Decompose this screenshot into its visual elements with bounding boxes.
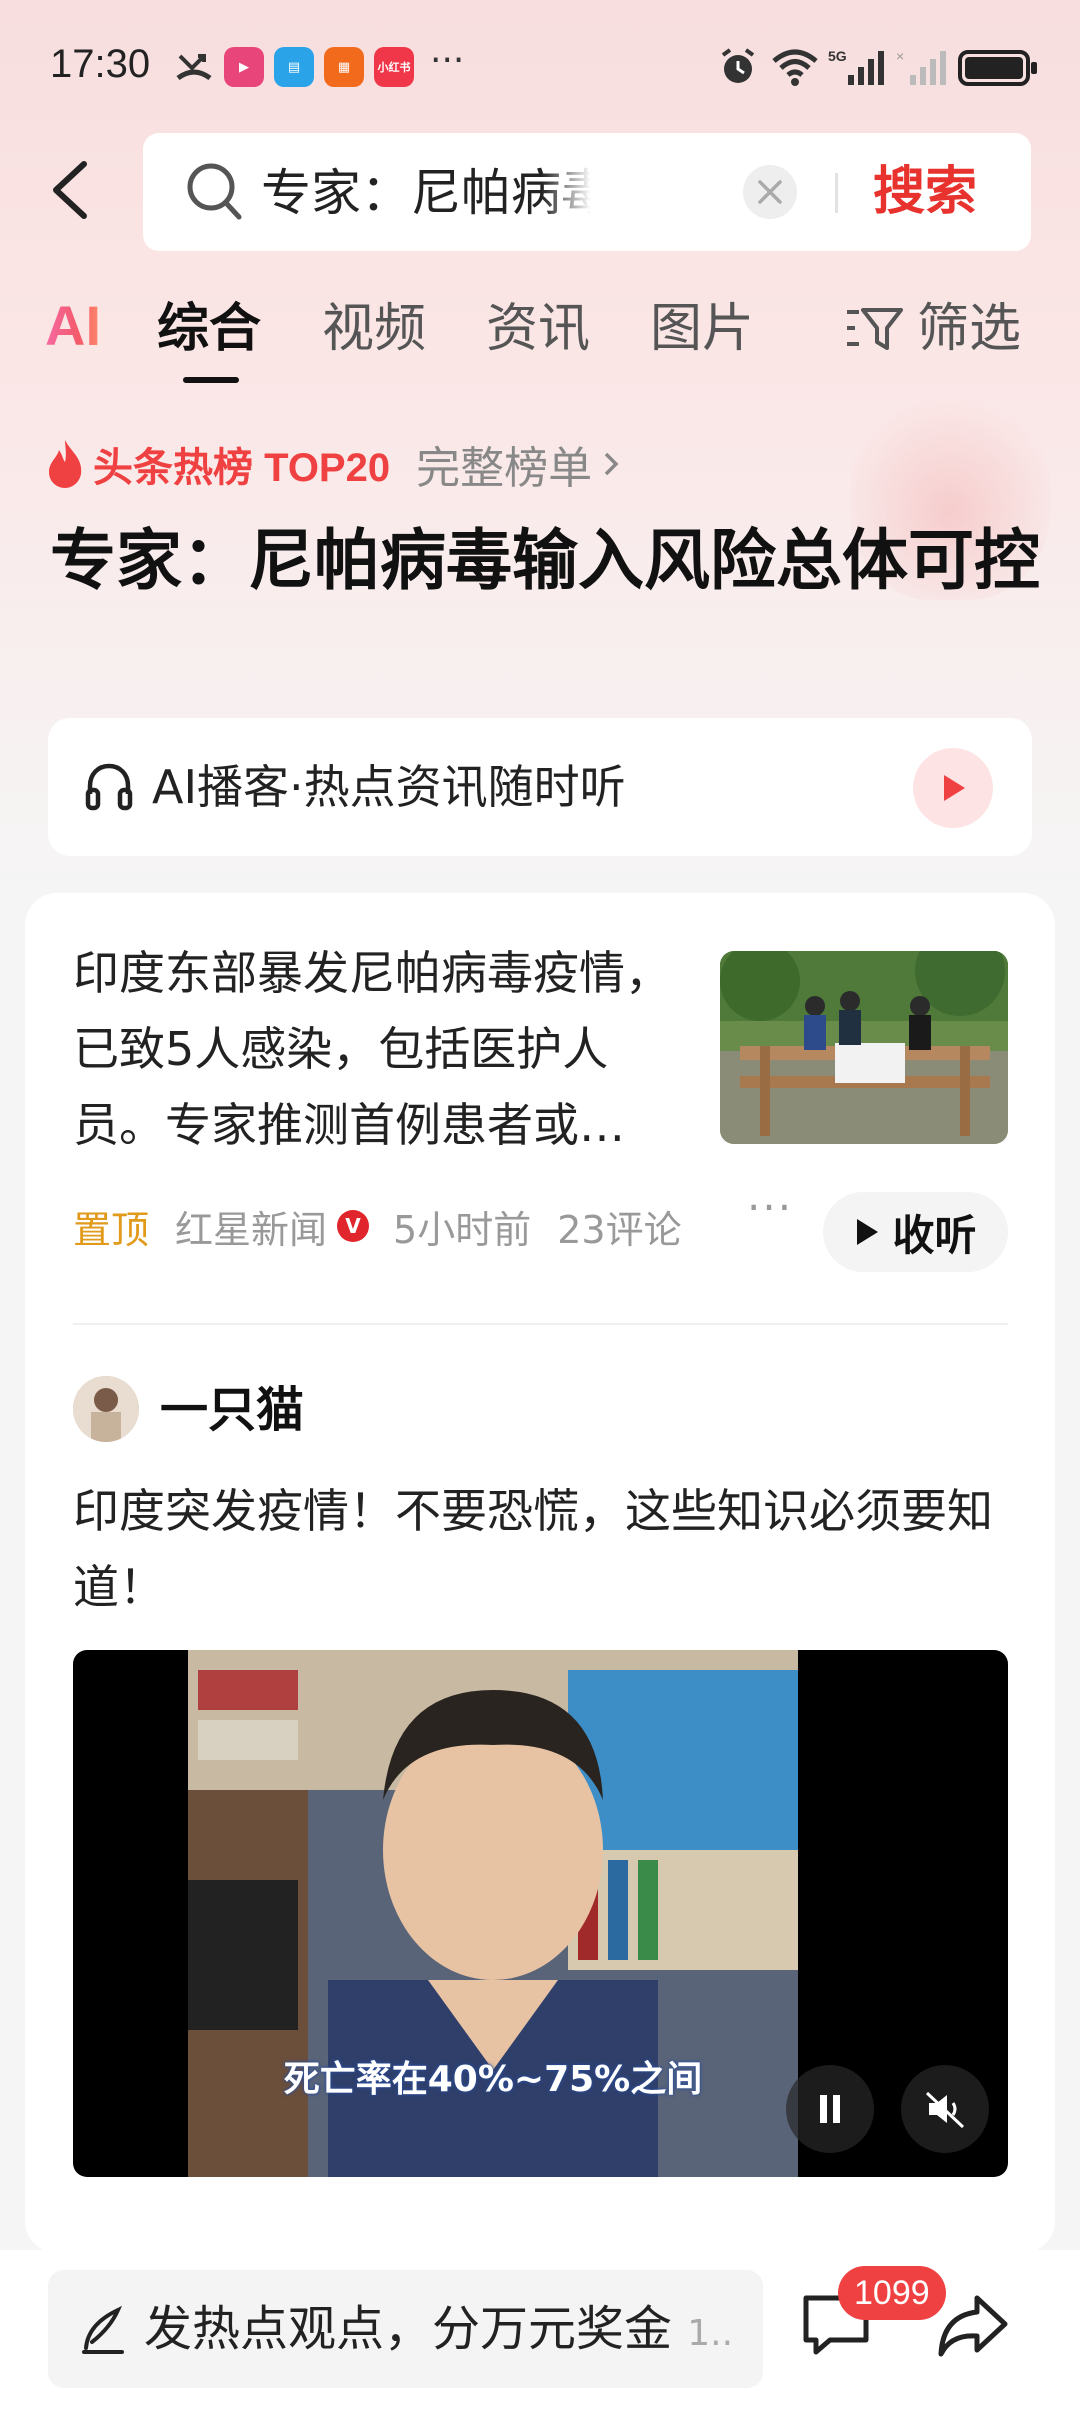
news-thumbnail-image bbox=[720, 951, 1008, 1144]
filter-button[interactable]: 筛选 bbox=[845, 297, 1021, 361]
listen-label: 收听 bbox=[892, 1210, 977, 1260]
video-subtitle: 死亡率在40%~75%之间 bbox=[283, 2059, 703, 2100]
tab-news[interactable]: 资讯 bbox=[486, 297, 590, 361]
status-more-dots: ··· bbox=[430, 40, 465, 81]
comment-input[interactable]: 发热点观点，分万元奖金 1.. bbox=[48, 2270, 763, 2388]
comment-count-badge: 1099 bbox=[838, 2266, 946, 2320]
battery-icon bbox=[958, 50, 1037, 86]
chevron-right-icon bbox=[604, 452, 619, 476]
filter-icon bbox=[847, 308, 903, 350]
play-icon bbox=[944, 775, 965, 801]
news-title[interactable]: 印度东部暴发尼帕病毒疫情，已致5人感染，包括医护人员。专家推测首例患者或… bbox=[73, 935, 683, 1163]
back-button[interactable] bbox=[40, 150, 100, 230]
missed-call-icon bbox=[172, 48, 216, 86]
post-text[interactable]: 印度突发疫情！不要恐慌，这些知识必须要知道！ bbox=[73, 1473, 1013, 1625]
divider bbox=[73, 1323, 1008, 1325]
listen-button[interactable]: 收听 bbox=[823, 1192, 1008, 1272]
clear-search-button[interactable] bbox=[743, 165, 797, 219]
flame-icon bbox=[49, 440, 82, 488]
search-divider bbox=[835, 173, 838, 213]
mute-button[interactable] bbox=[901, 2065, 989, 2153]
news-meta: 置顶 红星新闻 V 5小时前 23评论 bbox=[73, 1196, 682, 1256]
tab-comprehensive[interactable]: 综合 bbox=[157, 297, 261, 361]
pause-button[interactable] bbox=[786, 2065, 874, 2153]
back-arrow-icon bbox=[53, 161, 87, 219]
signal-5g-icon: 5G bbox=[828, 48, 886, 86]
news-source[interactable]: 红星新闻 bbox=[175, 1199, 327, 1254]
svg-text:×: × bbox=[896, 48, 904, 64]
author-name[interactable]: 一只猫 bbox=[160, 1381, 304, 1439]
hot-list-row[interactable]: 头条热榜 TOP20 完整榜单 bbox=[45, 432, 624, 496]
comment-prompt: 发热点观点，分万元奖金 1.. bbox=[144, 2298, 744, 2365]
share-button[interactable] bbox=[935, 2292, 1011, 2364]
more-options-button[interactable]: ··· bbox=[747, 1183, 793, 1232]
news-time: 5小时前 bbox=[393, 1207, 532, 1252]
search-tabs: AI 综合 视频 资讯 图片 筛选 bbox=[0, 285, 1080, 385]
ai-podcast-banner[interactable]: AI播客·热点资讯随时听 bbox=[48, 718, 1032, 856]
search-input[interactable]: 专家：尼帕病毒输入风险总体可控 bbox=[261, 163, 591, 223]
news-thumbnail[interactable] bbox=[720, 951, 1008, 1144]
avatar[interactable] bbox=[73, 1376, 139, 1442]
results-feed: 印度东部暴发尼帕病毒疫情，已致5人感染，包括医护人员。专家推测首例患者或… 置顶… bbox=[25, 893, 1055, 2253]
pause-icon bbox=[820, 2095, 840, 2123]
search-icon bbox=[187, 163, 242, 220]
alarm-icon bbox=[716, 48, 760, 86]
video-app-icon: ▶ bbox=[224, 47, 264, 87]
tab-images[interactable]: 图片 bbox=[650, 297, 754, 361]
hot-list-label: 头条热榜 TOP20 bbox=[93, 446, 391, 490]
share-icon bbox=[938, 2295, 1008, 2357]
pinned-badge: 置顶 bbox=[73, 1207, 150, 1252]
svg-text:5G: 5G bbox=[828, 48, 847, 64]
active-tab-indicator bbox=[183, 377, 239, 383]
status-time: 17:30 bbox=[50, 42, 151, 86]
muted-speaker-icon bbox=[925, 2091, 965, 2129]
pen-icon bbox=[82, 2305, 124, 2354]
bottom-bar: 发热点观点，分万元奖金 1.. 1099 bbox=[0, 2250, 1080, 2412]
comment-prompt-text: 发热点观点，分万元奖金 bbox=[144, 2301, 673, 2357]
reader-app-icon: ▤ bbox=[274, 47, 314, 87]
page-title: 专家：尼帕病毒输入风险总体可控 bbox=[50, 522, 1040, 599]
headphones-icon bbox=[85, 763, 133, 811]
battery-level bbox=[965, 57, 1023, 79]
filter-label: 筛选 bbox=[917, 299, 1022, 359]
video-frame: 死亡率在40%~75%之间 bbox=[188, 1650, 798, 2177]
avatar-image bbox=[73, 1376, 139, 1442]
orange-app-icon: ▦ bbox=[324, 47, 364, 87]
verified-icon: V bbox=[337, 1210, 370, 1242]
search-box[interactable]: 专家：尼帕病毒输入风险总体可控 搜索 bbox=[143, 133, 1031, 251]
tab-ai[interactable]: AI bbox=[45, 293, 101, 358]
status-bar: 17:30 ▶ ▤ ▦ 小红书 ··· 5G × bbox=[0, 0, 1080, 135]
tab-video[interactable]: 视频 bbox=[322, 297, 426, 361]
podcast-play-button[interactable] bbox=[913, 748, 993, 828]
xiaohongshu-app-icon: 小红书 bbox=[374, 47, 414, 87]
full-list-link[interactable]: 完整榜单 bbox=[416, 432, 592, 496]
play-icon bbox=[857, 1219, 879, 1245]
podcast-label: AI播客·热点资讯随时听 bbox=[152, 760, 626, 814]
video-player[interactable]: 死亡率在40%~75%之间 bbox=[73, 1650, 1008, 2177]
close-icon bbox=[758, 180, 782, 204]
search-button[interactable]: 搜索 bbox=[873, 159, 977, 225]
news-comments: 23评论 bbox=[557, 1207, 682, 1252]
wifi-icon bbox=[770, 48, 820, 86]
comment-prompt-more: 1.. bbox=[687, 2313, 734, 2354]
signal-sim2-icon: × bbox=[896, 48, 946, 86]
